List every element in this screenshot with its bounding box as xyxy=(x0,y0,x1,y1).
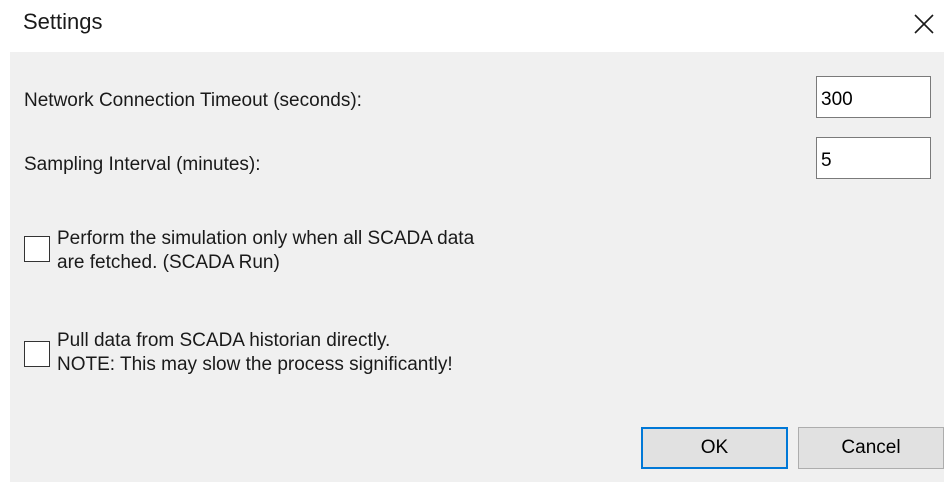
scada-run-label-line1: Perform the simulation only when all SCA… xyxy=(57,228,475,249)
close-icon xyxy=(914,14,934,34)
dialog-title: Settings xyxy=(23,9,103,34)
cancel-button[interactable]: Cancel xyxy=(798,427,944,469)
settings-dialog: Settings Network Connection Timeout (sec… xyxy=(0,0,951,491)
scada-run-label: Perform the simulation only when all SCA… xyxy=(57,227,474,275)
historian-label-line1: Pull data from SCADA historian directly. xyxy=(57,330,391,351)
ok-button[interactable]: OK xyxy=(641,427,788,469)
timeout-input[interactable] xyxy=(816,76,931,118)
scada-run-label-line2: are fetched. (SCADA Run) xyxy=(57,252,280,273)
historian-checkbox[interactable] xyxy=(24,341,50,367)
title-bar: Settings xyxy=(0,0,951,52)
dialog-body: Network Connection Timeout (seconds): Sa… xyxy=(10,52,944,482)
sampling-label: Sampling Interval (minutes): xyxy=(24,154,261,175)
sampling-input[interactable] xyxy=(816,137,931,179)
historian-label: Pull data from SCADA historian directly.… xyxy=(57,329,453,377)
timeout-label: Network Connection Timeout (seconds): xyxy=(24,90,362,111)
scada-run-checkbox[interactable] xyxy=(24,236,50,262)
historian-label-line2: NOTE: This may slow the process signific… xyxy=(57,354,453,375)
close-button[interactable] xyxy=(904,6,944,42)
